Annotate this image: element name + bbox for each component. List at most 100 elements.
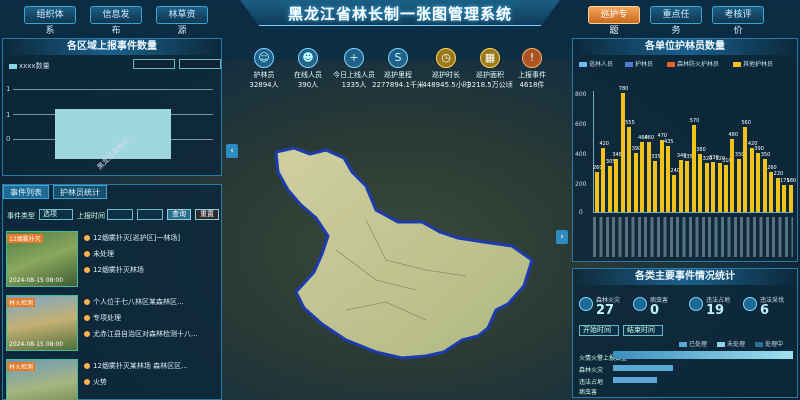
row-label: 病虫害	[579, 389, 598, 396]
event-start-select[interactable]: 开始时间	[579, 325, 619, 336]
chart-bar[interactable]	[704, 163, 709, 212]
chart-bar[interactable]	[607, 165, 612, 212]
chart-bar[interactable]	[730, 138, 735, 212]
stat-online[interactable]: ☻ 在线人员 390人	[282, 48, 334, 98]
event-stat-value: 27	[596, 303, 615, 318]
chart-bar[interactable]	[788, 184, 793, 212]
nav-button-evaluation[interactable]: 考核评价	[712, 6, 764, 36]
tab-ranger-stats[interactable]: 护林员统计	[53, 185, 107, 199]
legend-item[interactable]: 巡林人员	[579, 59, 613, 68]
filter-time-start[interactable]	[107, 209, 133, 220]
event-stats-title: 各类主要事件情况统计	[573, 269, 797, 285]
chart-bar[interactable]	[769, 172, 774, 212]
chart-bar[interactable]	[711, 161, 716, 212]
progress-bar	[613, 365, 673, 371]
event-stat-land[interactable]: 违法占地 19	[689, 295, 741, 331]
nav-button-resources[interactable]: 林草资源	[156, 6, 208, 36]
chart-bar[interactable]	[691, 125, 696, 212]
stat-mileage[interactable]: S 巡护里程 2277894.1千米	[372, 48, 424, 98]
query-button[interactable]: 查询	[167, 209, 191, 220]
map-next-arrow[interactable]: ›	[556, 230, 568, 244]
chart-bar[interactable]	[640, 141, 645, 212]
chart-bar[interactable]	[685, 160, 690, 212]
bar-value-label: 560	[741, 119, 751, 126]
bar-value-label: 380	[696, 147, 706, 154]
map-prev-arrow[interactable]: ‹	[226, 144, 238, 158]
reset-button[interactable]: 重置	[195, 209, 219, 220]
event-thumbnail: 林火检测	[6, 359, 78, 400]
nav-button-organization[interactable]: 组织体系	[24, 6, 76, 36]
status-icon	[84, 251, 90, 257]
y-tick: 200	[575, 181, 587, 188]
chart-bar[interactable]	[595, 172, 599, 212]
chart-bar[interactable]	[653, 160, 658, 212]
legend-label: xxxx数量	[19, 62, 50, 70]
chart-bar[interactable]	[601, 147, 606, 212]
stat-reports[interactable]: ! 上报事件 4618件	[506, 48, 558, 98]
nav-button-patrol[interactable]: 巡护专题	[588, 6, 640, 36]
chart-bar[interactable]	[775, 178, 780, 212]
row-label: 森林火灾	[579, 367, 604, 374]
event-title: 12烟雾扑灭[巡护区]一林场]	[84, 233, 220, 243]
location-icon	[84, 379, 90, 385]
x-axis-labels	[593, 217, 793, 257]
y-tick: 0	[579, 209, 583, 216]
filter-type-select[interactable]: 选项	[39, 209, 73, 220]
event-tag: 12烟雾扑灭	[7, 234, 43, 243]
legend-item[interactable]: 其他护林员	[733, 59, 773, 68]
chart-bar[interactable]	[698, 154, 703, 212]
ranger-count-panel: 各单位护林员数量 巡林人员 护林员 森林防火护林员 其他护林员 800 600 …	[572, 38, 798, 262]
chart-bar[interactable]	[717, 163, 722, 212]
bar-value-label: 420	[599, 140, 609, 147]
chart-bar[interactable]	[659, 140, 664, 212]
chart-bar[interactable]	[627, 127, 632, 212]
chart-bar[interactable]	[749, 147, 754, 212]
event-title-text: 12烟雾扑灭某林场 森林区区...	[93, 362, 188, 370]
region-events-legend: xxxx数量	[9, 61, 50, 71]
route-icon: S	[388, 48, 408, 68]
chart-bar[interactable]	[724, 164, 729, 212]
chart-bar[interactable]	[736, 158, 741, 212]
location-icon	[84, 331, 90, 337]
event-date: 2024-08-15 08:00	[9, 341, 64, 348]
legend-item[interactable]: 已处理	[679, 339, 707, 348]
chart-bar[interactable]	[762, 158, 767, 212]
chart-bar[interactable]	[678, 160, 683, 212]
chart-bar[interactable]	[756, 152, 761, 212]
event-title: 12烟雾扑灭某林场 森林区区...	[84, 361, 220, 371]
legend-item[interactable]: 森林防火护林员	[667, 59, 719, 68]
list-item[interactable]: 12烟雾扑灭 2024-08-15 08:00 12烟雾扑灭[巡护区]一林场] …	[6, 231, 222, 289]
legend-item[interactable]: 处理中	[755, 339, 783, 348]
list-item[interactable]: 林火检测 12烟雾扑灭某林场 森林区区... 火势	[6, 359, 222, 400]
chart-bar[interactable]	[646, 141, 651, 212]
bar-value-label: 180	[786, 177, 797, 184]
nav-button-tasks[interactable]: 重点任务	[650, 6, 702, 36]
chart-bar[interactable]	[665, 145, 670, 212]
bar-value-label: 220	[773, 171, 784, 178]
event-stat-logging[interactable]: 违法采伐 6	[743, 295, 795, 331]
legend-item[interactable]: 未处理	[717, 339, 745, 348]
filter-time-end[interactable]	[137, 209, 163, 220]
legend-label: 护林员	[635, 61, 654, 68]
chart-bar[interactable]	[782, 185, 787, 212]
chart-bar[interactable]	[672, 175, 677, 212]
event-icon	[84, 363, 90, 369]
y-tick: 600	[575, 121, 587, 128]
chart-bar[interactable]	[633, 152, 638, 212]
event-status: 专项处理	[84, 313, 220, 323]
event-end-select[interactable]: 结束时间	[623, 325, 663, 336]
chart-bar[interactable]	[620, 93, 625, 212]
region-select-start[interactable]	[133, 59, 175, 69]
list-item[interactable]: 林火检测 2024-08-15 08:00 个人位于七八林区某森林区... 专项…	[6, 295, 222, 353]
legend-item[interactable]: 护林员	[625, 59, 653, 68]
legend-label: 已处理	[689, 341, 708, 348]
stat-label: 上报事件	[518, 71, 546, 79]
region-select-end[interactable]	[179, 59, 221, 69]
chart-bar[interactable]	[743, 126, 748, 212]
event-date: 2024-08-15 08:00	[9, 277, 64, 284]
people-icon: ☻	[298, 48, 318, 68]
tab-event-list[interactable]: 事件列表	[3, 185, 49, 199]
ranger-count-title: 各单位护林员数量	[573, 39, 797, 55]
nav-button-info[interactable]: 信息发布	[90, 6, 142, 36]
chart-bar[interactable]	[614, 158, 619, 212]
